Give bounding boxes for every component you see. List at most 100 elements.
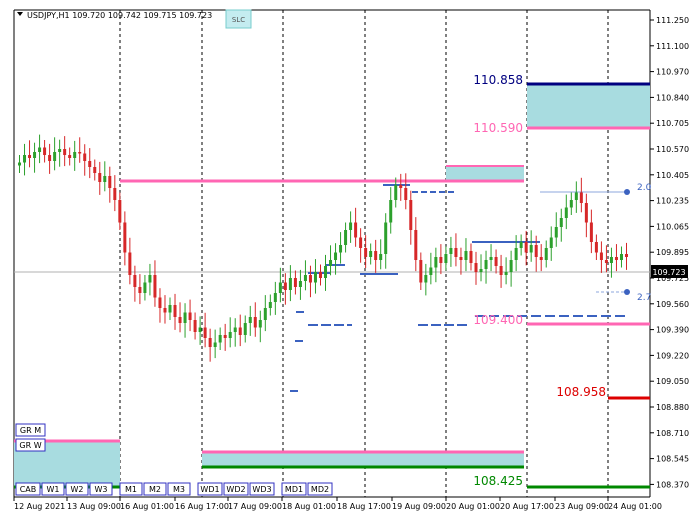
- candle-body: [579, 192, 583, 203]
- y-tick-label: 110.235: [656, 197, 689, 206]
- candle-body: [324, 266, 328, 278]
- candle-body: [349, 222, 353, 230]
- y-tick-label: 108.545: [656, 455, 689, 464]
- candle-body: [118, 200, 122, 223]
- period-button-label: M3: [173, 485, 185, 494]
- period-button-label: W3: [95, 485, 108, 494]
- candle-body: [18, 162, 22, 166]
- candle-body: [364, 248, 368, 257]
- candle-body: [283, 282, 287, 290]
- candle-body: [63, 149, 67, 155]
- x-tick-label: 23 Aug 09:00: [555, 502, 609, 511]
- candle-body: [424, 275, 428, 283]
- candle-body: [298, 281, 302, 287]
- candle-body: [128, 252, 132, 275]
- candle-body: [273, 293, 277, 302]
- candle-body: [203, 327, 207, 338]
- candle-body: [614, 257, 618, 260]
- y-tick-label: 108.880: [656, 403, 689, 412]
- x-tick-label: 18 Aug 01:00: [282, 502, 336, 511]
- level-label-108425: 108.425: [473, 474, 523, 488]
- candle-body: [589, 222, 593, 242]
- candle-body: [28, 155, 32, 158]
- period-button-label: W2: [71, 485, 84, 494]
- candle-body: [404, 188, 408, 200]
- candle-body: [313, 272, 317, 283]
- candle-body: [233, 327, 237, 332]
- candle-body: [399, 185, 403, 188]
- candle-body: [444, 254, 448, 263]
- period-button-label: WD1: [200, 485, 219, 494]
- candle-body: [148, 275, 152, 283]
- candle-body: [459, 257, 463, 260]
- period-button-label: MD1: [285, 485, 303, 494]
- candle-body: [594, 242, 598, 253]
- candle-body: [389, 200, 393, 223]
- y-tick-label: 109.220: [656, 351, 689, 360]
- candle-body: [58, 149, 62, 152]
- candle-body: [263, 308, 267, 320]
- gr-m-label: GR M: [20, 426, 41, 435]
- candle-body: [223, 335, 227, 338]
- y-tick-label: 110.970: [656, 68, 689, 77]
- current-price-label: 109.723: [652, 268, 685, 277]
- y-tick-label: 111.100: [656, 42, 689, 51]
- y-tick-label: 110.840: [656, 93, 689, 102]
- candle-body: [549, 237, 553, 248]
- candle-body: [599, 252, 603, 260]
- candle-body: [288, 278, 292, 290]
- candle-body: [318, 272, 322, 278]
- candle-body: [48, 155, 52, 161]
- candle-body: [469, 251, 473, 263]
- candle-body: [208, 338, 212, 347]
- candle-body: [354, 222, 358, 238]
- candle-body: [168, 305, 172, 313]
- candle-body: [609, 257, 613, 263]
- candle-body: [303, 275, 307, 281]
- period-button-label: CAB: [20, 485, 37, 494]
- candle-body: [554, 227, 558, 238]
- candle-body: [78, 152, 82, 154]
- period-button-label: M1: [125, 485, 137, 494]
- zone-mid: [446, 165, 524, 181]
- candle-body: [98, 173, 102, 182]
- candle-body: [193, 320, 197, 332]
- candle-body: [394, 185, 398, 200]
- candle-body: [238, 327, 242, 335]
- x-tick-label: 18 Aug 17:00: [337, 502, 391, 511]
- x-tick-label: 13 Aug 09:00: [67, 502, 121, 511]
- candle-body: [504, 272, 508, 275]
- period-button-label: M2: [149, 485, 161, 494]
- x-tick-label: 16 Aug 17:00: [175, 502, 229, 511]
- candle-body: [624, 254, 628, 257]
- candle-body: [228, 332, 232, 338]
- candle-body: [248, 317, 252, 323]
- y-tick-label: 108.370: [656, 480, 689, 489]
- candle-body: [68, 155, 72, 158]
- candle-body: [569, 200, 573, 208]
- candle-body: [133, 275, 137, 287]
- candle-body: [198, 327, 202, 332]
- price-chart: 110.858 110.590 109.400 108.958 108.425 …: [0, 0, 693, 528]
- x-tick-label: 16 Aug 01:00: [120, 502, 174, 511]
- candle-body: [344, 230, 348, 245]
- projection-dot-lower: [624, 289, 630, 295]
- candle-body: [369, 251, 373, 257]
- candle-body: [619, 254, 623, 260]
- level-label-110858: 110.858: [473, 73, 523, 87]
- y-tick-label: 109.560: [656, 300, 689, 309]
- candle-body: [514, 248, 518, 260]
- candle-body: [334, 252, 338, 260]
- candle-body: [243, 323, 247, 335]
- candle-body: [38, 147, 42, 152]
- candle-body: [218, 335, 222, 343]
- candle-body: [158, 297, 162, 308]
- slc-button-label: SLC: [232, 16, 245, 24]
- candle-body: [524, 242, 528, 253]
- candle-body: [278, 282, 282, 293]
- period-button-label: MD2: [311, 485, 329, 494]
- x-tick-label: 24 Aug 01:00: [608, 502, 662, 511]
- x-tick-label: 20 Aug 17:00: [500, 502, 554, 511]
- candle-body: [489, 257, 493, 260]
- candle-body: [474, 263, 478, 272]
